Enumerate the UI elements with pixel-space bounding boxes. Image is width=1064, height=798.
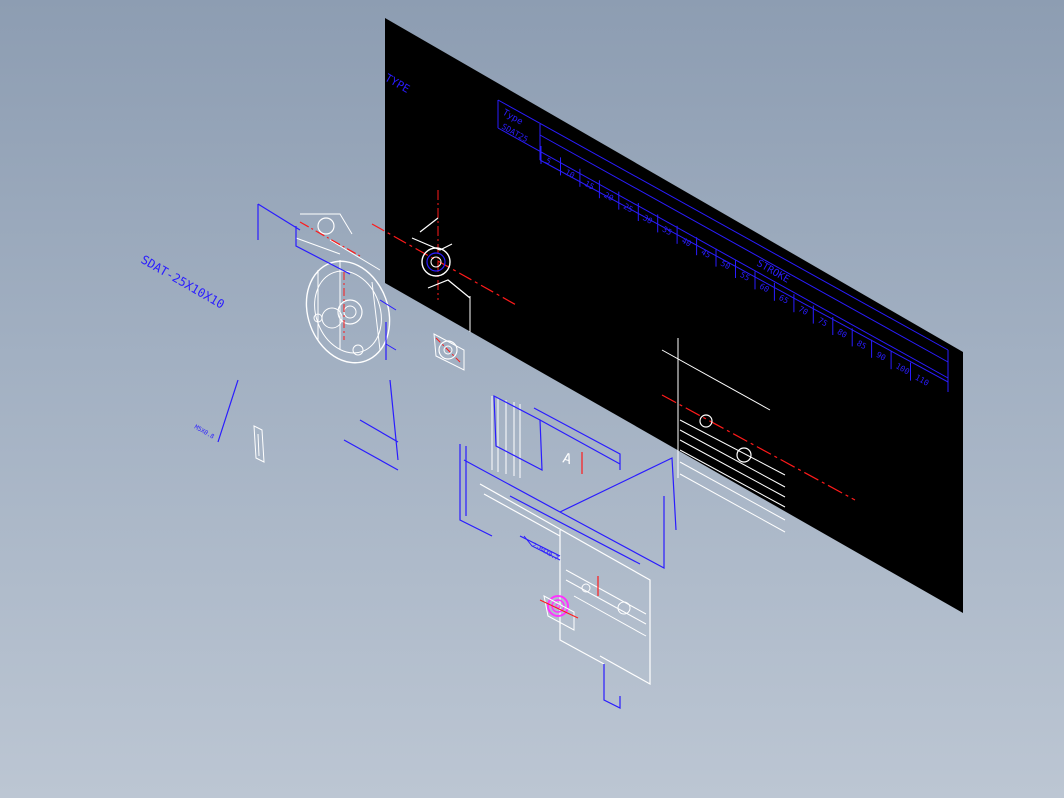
model-label: SDAT-25X10X10 bbox=[139, 252, 227, 311]
isometric-cad-scene[interactable]: TYPE Type SDAT25 STROKE 5101520253035404… bbox=[0, 0, 1064, 798]
thread-note: 2-M4X0.7 bbox=[531, 542, 560, 563]
view-letter: A bbox=[561, 450, 574, 468]
parameter-sheet[interactable] bbox=[385, 18, 963, 613]
slide-body-view[interactable] bbox=[459, 394, 677, 709]
bracket-view[interactable] bbox=[433, 333, 465, 371]
leader-note: M5X0.8 bbox=[193, 379, 239, 443]
cad-viewport[interactable]: TYPE Type SDAT25 STROKE 5 10 15 20 25 30 35 40 4… bbox=[0, 0, 1064, 798]
svg-text:M5X0.8: M5X0.8 bbox=[193, 424, 216, 441]
cylinder-face-view[interactable] bbox=[257, 203, 403, 471]
selected-fitting[interactable] bbox=[539, 595, 579, 631]
key-part[interactable] bbox=[253, 425, 265, 463]
